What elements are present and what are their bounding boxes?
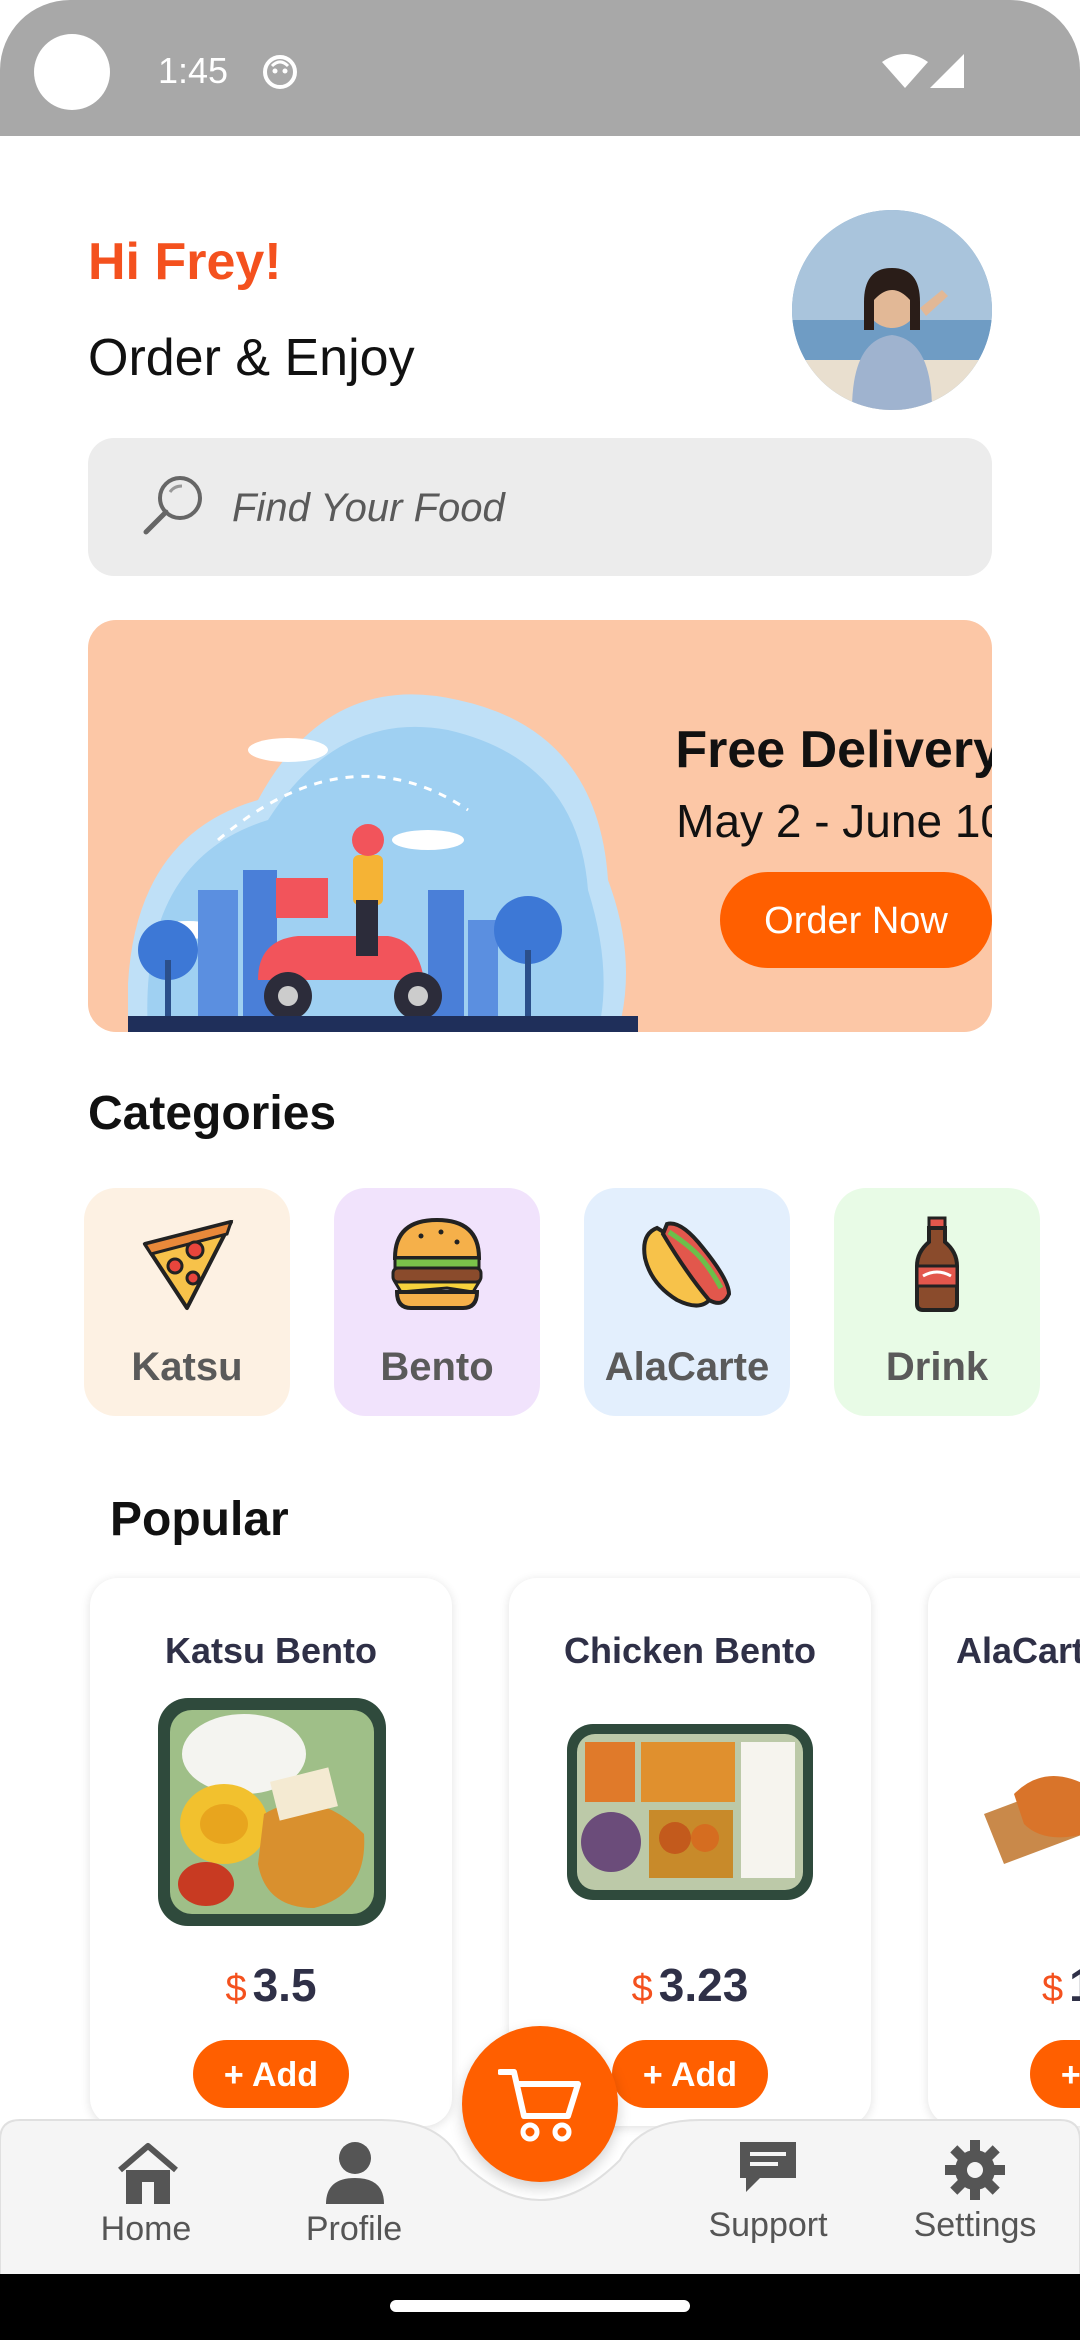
notification-icon xyxy=(263,55,297,89)
category-label: Drink xyxy=(885,1345,989,1389)
nav-label: Settings xyxy=(913,2206,1037,2244)
category-alacarte[interactable]: AlaCarte xyxy=(584,1188,790,1416)
search-bar[interactable] xyxy=(88,438,992,578)
add-to-cart-button[interactable]: + Add xyxy=(193,2040,349,2108)
currency-symbol: $ xyxy=(225,1968,247,2010)
support-chat-icon xyxy=(740,2142,796,2192)
price-value: 3.5 xyxy=(252,1959,317,2011)
chicken-bento-image xyxy=(567,1724,813,1900)
add-to-cart-button[interactable]: + Add xyxy=(1030,2040,1080,2108)
cart-icon xyxy=(498,2069,581,2142)
food-price: $3.23 xyxy=(509,1958,871,2012)
wifi-icon xyxy=(882,54,928,88)
food-name: Chicken Bento xyxy=(563,1630,817,1671)
categories-title: Categories xyxy=(88,1087,337,1140)
food-name: AlaCarte xyxy=(956,1630,1080,1671)
category-bento[interactable]: Bento xyxy=(334,1188,540,1416)
nav-label: Profile xyxy=(305,2210,403,2248)
banner-title: Free Delivery xyxy=(675,721,992,779)
gear-icon xyxy=(945,2140,1005,2200)
banner-dates: May 2 - June 10 xyxy=(676,795,992,847)
currency-symbol: $ xyxy=(1042,1968,1064,2010)
burger-icon xyxy=(391,1217,483,1310)
cart-button[interactable] xyxy=(462,2026,618,2182)
alacarte-image xyxy=(984,1776,1080,1864)
home-icon xyxy=(118,2143,178,2204)
category-drink[interactable]: Drink xyxy=(834,1188,1040,1416)
delivery-illustration xyxy=(128,694,638,1032)
price-value: 1 xyxy=(1069,1959,1080,2011)
promo-banner[interactable]: Free Delivery May 2 - June 10 Order Now xyxy=(88,620,992,1032)
search-icon xyxy=(143,476,202,535)
food-name: Katsu Bento xyxy=(164,1630,377,1671)
status-time: 1:45 xyxy=(158,50,229,91)
soda-bottle-icon xyxy=(915,1216,959,1312)
add-to-cart-button[interactable]: + Add xyxy=(612,2040,768,2108)
popular-title: Popular xyxy=(110,1493,289,1546)
search-input[interactable] xyxy=(230,438,954,578)
signal-icon xyxy=(930,54,964,88)
category-label: Bento xyxy=(380,1345,494,1389)
profile-icon xyxy=(326,2142,384,2204)
hotdog-icon xyxy=(642,1221,732,1308)
nav-label: Home xyxy=(100,2210,192,2248)
food-price: $1 xyxy=(1042,1958,1080,2012)
pizza-icon xyxy=(142,1219,234,1310)
katsu-bento-image xyxy=(158,1698,386,1926)
food-price: $3.5 xyxy=(90,1958,452,2012)
order-now-button[interactable]: Order Now xyxy=(720,872,992,968)
greeting: Hi Frey! xyxy=(88,233,282,291)
currency-symbol: $ xyxy=(631,1968,653,2010)
home-indicator[interactable] xyxy=(390,2300,690,2312)
page-subtitle: Order & Enjoy xyxy=(88,329,415,387)
avatar[interactable] xyxy=(792,210,992,410)
camera-cutout xyxy=(34,34,110,110)
category-label: AlaCarte xyxy=(604,1345,770,1389)
food-card[interactable]: AlaCarte $1 + Add xyxy=(928,1578,1080,2126)
category-katsu[interactable]: Katsu xyxy=(84,1188,290,1416)
category-label: Katsu xyxy=(131,1345,243,1389)
nav-label: Support xyxy=(708,2206,828,2244)
food-card[interactable]: Katsu Bento $3.5 + Add xyxy=(90,1578,452,2126)
price-value: 3.23 xyxy=(658,1959,749,2011)
